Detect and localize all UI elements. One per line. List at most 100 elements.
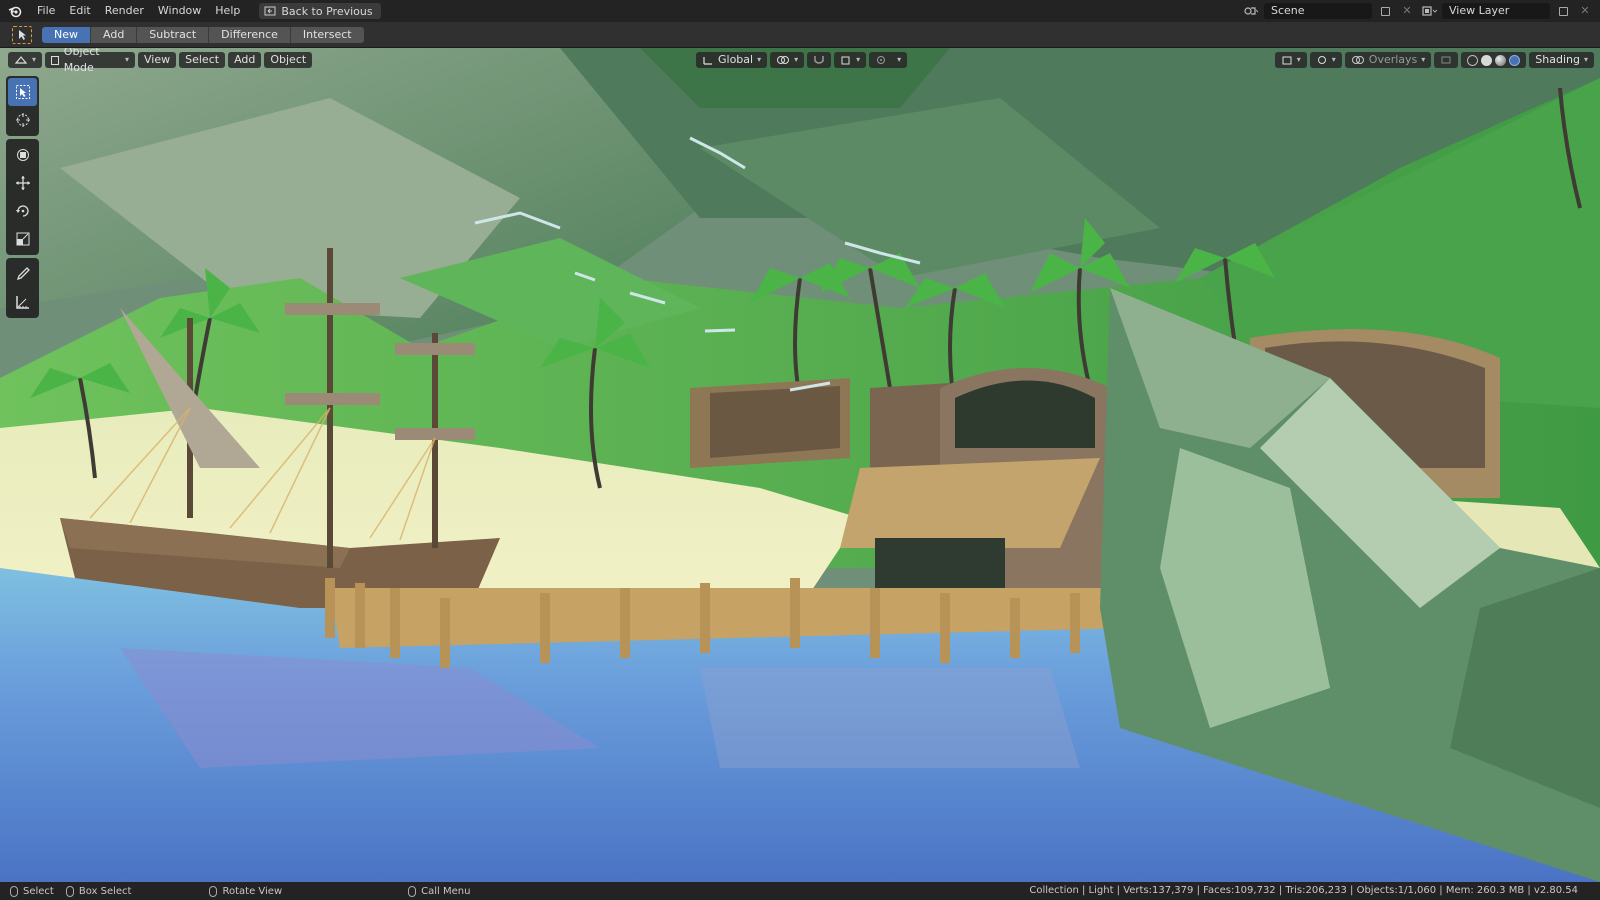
gizmo-icon <box>1317 56 1326 64</box>
xray-icon <box>1441 56 1451 64</box>
new-view-layer-icon[interactable] <box>1554 3 1572 19</box>
rendered-shading-icon[interactable] <box>1509 54 1521 66</box>
top-menu-bar: File Edit Render Window Help Back to Pre… <box>0 0 1600 22</box>
shading-modes <box>1461 52 1527 68</box>
viewport-menu-view[interactable]: View <box>138 52 177 68</box>
snap-toggle[interactable] <box>807 52 832 68</box>
viewport-toolbar <box>6 76 39 321</box>
status-box-select-hint: Box Select <box>65 885 132 897</box>
status-select-label: Select <box>23 885 54 897</box>
workspace-selectors: Scene ✕ View Layer ✕ <box>1242 0 1600 22</box>
3d-view-icon <box>14 56 28 64</box>
axis-icon <box>703 57 712 65</box>
status-call-menu-label: Call Menu <box>421 885 471 897</box>
overlays-label: Overlays <box>1368 53 1418 66</box>
status-call-menu-hint: Call Menu <box>408 885 471 897</box>
transform-settings: Global ▾ ▾ ▾ ▾ <box>696 52 908 68</box>
rotate-tool[interactable] <box>8 197 37 225</box>
material-preview-shading-icon[interactable] <box>1495 54 1507 66</box>
viewport-display-settings: ▾ ▾ Overlays ▾ Shading ▾ <box>1274 52 1594 68</box>
xray-toggle[interactable] <box>1434 52 1459 68</box>
shading-label: Shading <box>1535 53 1580 66</box>
rotate-icon <box>15 205 29 217</box>
shading-dropdown[interactable]: Shading ▾ <box>1529 52 1594 68</box>
gizmo-dropdown[interactable]: ▾ <box>1309 52 1342 68</box>
annotate-tool[interactable] <box>8 260 37 288</box>
boolean-subtract-button[interactable]: Subtract <box>137 26 210 43</box>
overlays-dropdown[interactable]: Overlays ▾ <box>1344 52 1432 68</box>
object-mode-label: Object Mode <box>63 48 100 74</box>
move-icon <box>15 176 30 190</box>
back-to-previous-label: Back to Previous <box>281 4 373 18</box>
mouse-middle-icon <box>209 885 218 897</box>
measure-tool[interactable] <box>8 288 37 316</box>
status-bar: Select Box Select Rotate View Call Menu … <box>0 882 1600 900</box>
viewport-menu-object[interactable]: Object <box>264 52 313 68</box>
view-object-types-dropdown[interactable]: ▾ <box>1274 52 1307 68</box>
object-mode-dropdown[interactable]: Object Mode ▾ <box>45 48 136 74</box>
status-select-hint: Select <box>10 885 54 897</box>
pivot-point-dropdown[interactable]: ▾ <box>770 52 805 68</box>
object-mode-icon <box>51 55 59 65</box>
select-box-icon <box>15 85 30 99</box>
cursor-tool[interactable] <box>8 106 37 134</box>
pencil-icon <box>16 267 30 281</box>
chevron-down-icon: ▾ <box>125 55 130 64</box>
viewport-header: ▾ Object Mode ▾ View Select Add Object G… <box>0 48 1600 74</box>
boolean-add-button[interactable]: Add <box>91 26 138 43</box>
proportional-edit-icon <box>877 56 886 64</box>
overlays-icon <box>1351 56 1364 64</box>
wireframe-shading-icon[interactable] <box>1467 54 1479 66</box>
back-to-previous-button[interactable]: Back to Previous <box>259 3 381 19</box>
active-tool-icon[interactable] <box>12 25 32 44</box>
boolean-mode-selector: New Add Subtract Difference Intersect <box>42 26 364 43</box>
transform-icon <box>16 149 29 161</box>
pivot-icon <box>777 56 790 64</box>
scene-name-field[interactable]: Scene <box>1264 3 1372 19</box>
proportional-editing-toggle[interactable]: ▾ <box>869 52 908 68</box>
boolean-difference-button[interactable]: Difference <box>209 26 291 43</box>
view-layer-field[interactable]: View Layer <box>1442 3 1550 19</box>
status-rotate-view-label: Rotate View <box>222 885 283 897</box>
new-scene-icon[interactable] <box>1376 3 1394 19</box>
select-box-tool[interactable] <box>8 78 37 106</box>
scene-browse-icon[interactable] <box>1242 3 1260 19</box>
blender-logo-icon[interactable] <box>0 0 30 22</box>
tool-settings-header: New Add Subtract Difference Intersect <box>0 22 1600 48</box>
view-layer-browse-icon[interactable] <box>1420 3 1438 19</box>
transform-tool[interactable] <box>8 141 37 169</box>
scene-statistics: Collection | Light | Verts:137,379 | Fac… <box>1029 885 1578 896</box>
viewport-menu-select[interactable]: Select <box>179 52 226 68</box>
viewport-menu-add[interactable]: Add <box>228 52 262 68</box>
boolean-intersect-button[interactable]: Intersect <box>290 26 364 43</box>
mouse-drag-icon <box>65 885 74 897</box>
screen-back-icon <box>264 6 276 16</box>
mouse-right-icon <box>408 885 417 897</box>
menu-edit[interactable]: Edit <box>62 0 97 22</box>
boolean-new-button[interactable]: New <box>42 26 91 43</box>
menu-file[interactable]: File <box>30 0 62 22</box>
solid-shading-icon[interactable] <box>1481 54 1493 66</box>
snap-increment-icon <box>841 56 850 65</box>
rendered-scene-image <box>0 48 1600 882</box>
scale-icon <box>16 232 29 246</box>
editor-type-button[interactable]: ▾ <box>8 52 43 68</box>
object-types-icon <box>1282 56 1292 65</box>
delete-scene-icon[interactable]: ✕ <box>1398 3 1416 19</box>
orientation-label: Global <box>718 53 754 66</box>
mouse-left-icon <box>10 885 18 897</box>
status-box-select-label: Box Select <box>78 885 132 897</box>
snap-target-dropdown[interactable]: ▾ <box>834 52 867 68</box>
menu-window[interactable]: Window <box>151 0 208 22</box>
magnet-icon <box>814 56 824 64</box>
3d-viewport[interactable]: ▾ Object Mode ▾ View Select Add Object G… <box>0 48 1600 882</box>
scale-tool[interactable] <box>8 225 37 253</box>
move-tool[interactable] <box>8 169 37 197</box>
status-rotate-view-hint: Rotate View <box>209 885 283 897</box>
orientation-dropdown[interactable]: Global ▾ <box>696 52 768 68</box>
ruler-icon <box>15 296 29 309</box>
delete-view-layer-icon[interactable]: ✕ <box>1576 3 1594 19</box>
menu-help[interactable]: Help <box>208 0 247 22</box>
cursor-icon <box>15 113 30 127</box>
menu-render[interactable]: Render <box>98 0 151 22</box>
